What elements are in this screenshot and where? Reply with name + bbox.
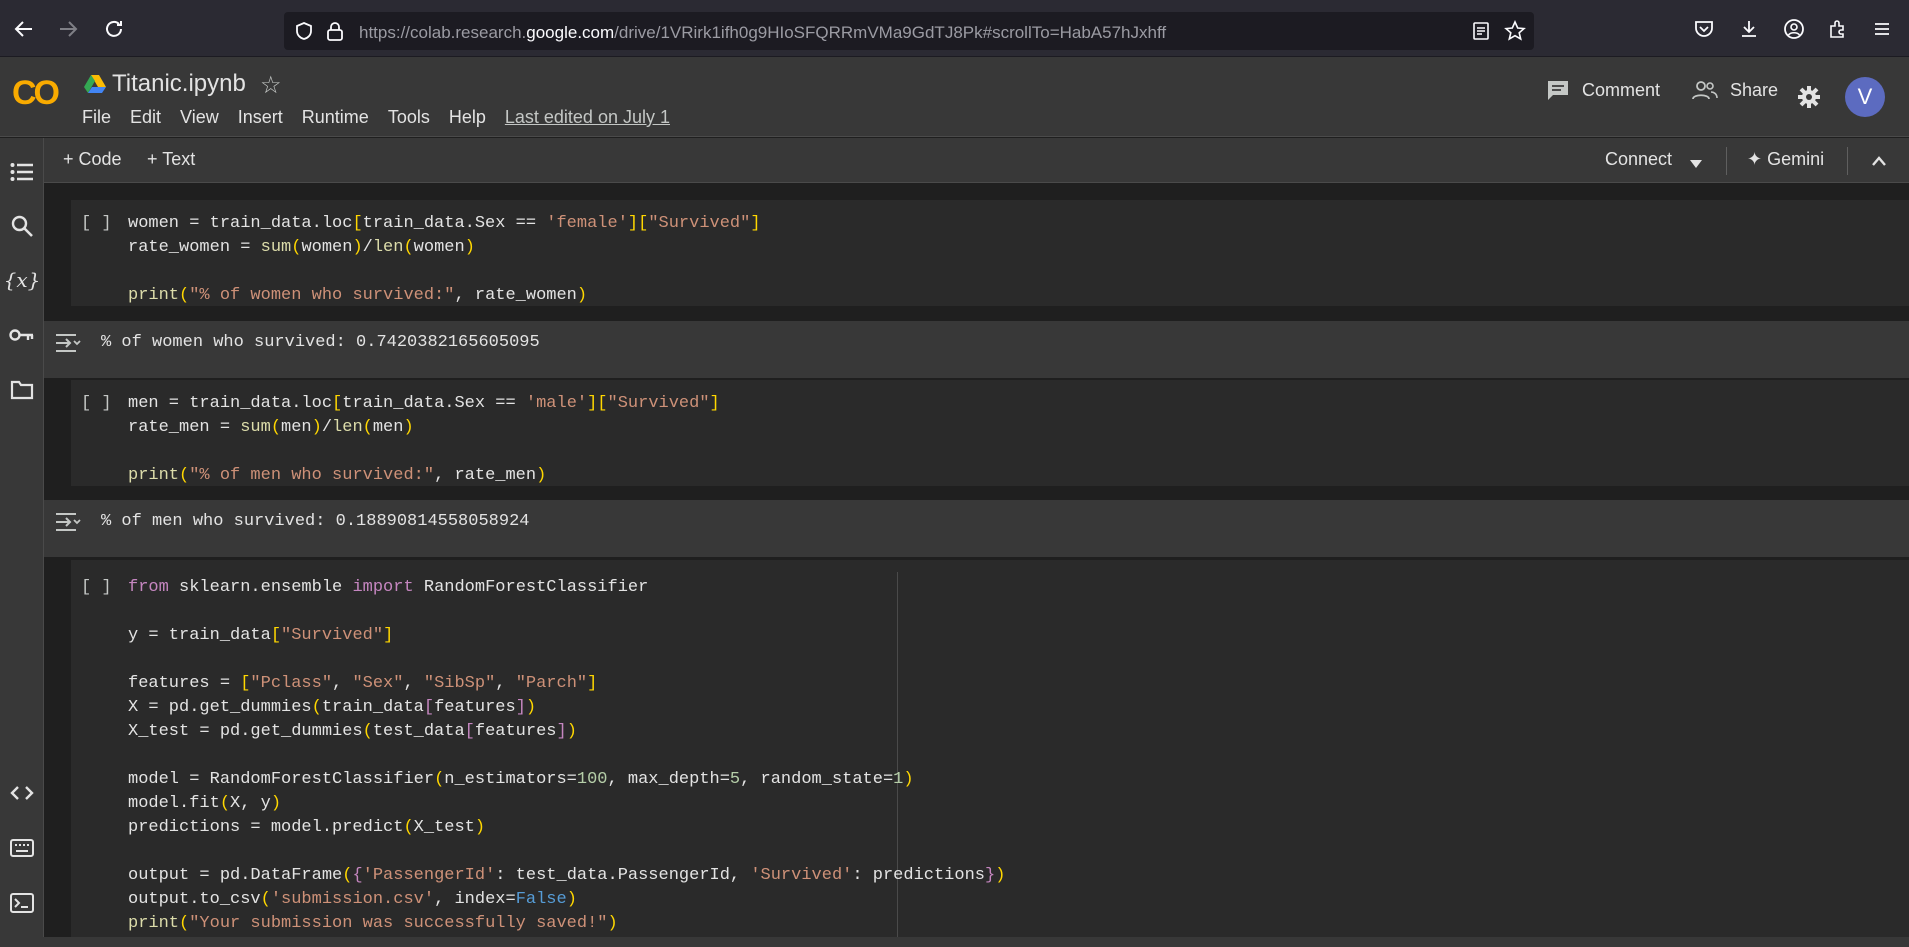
- code-line[interactable]: model.fit(X, y): [128, 794, 281, 813]
- output-toggle-icon[interactable]: [54, 510, 82, 534]
- account-icon[interactable]: [1782, 17, 1806, 41]
- notebook-toolbar: + Code + Text Connect ✦ Gemini: [44, 138, 1909, 183]
- lock-icon[interactable]: [326, 21, 344, 46]
- connect-button[interactable]: Connect: [1605, 149, 1672, 170]
- add-code-button[interactable]: + Code: [63, 149, 122, 170]
- user-avatar[interactable]: V: [1845, 77, 1885, 117]
- colab-header: CO Titanic.ipynb ☆ File Edit View Insert…: [0, 57, 1909, 137]
- output-text: % of women who survived: 0.7420382165605…: [101, 333, 540, 352]
- run-cell-button[interactable]: [ ]: [81, 394, 112, 413]
- code-line[interactable]: print("Your submission was successfully …: [128, 914, 618, 933]
- menu-view[interactable]: View: [180, 107, 219, 128]
- comment-label: Comment: [1582, 79, 1661, 100]
- toolbar-divider: [1847, 147, 1848, 175]
- code-cell[interactable]: [ ] from sklearn.ensemble import RandomF…: [71, 560, 1909, 937]
- address-bar[interactable]: https://colab.research.google.com/drive/…: [284, 12, 1534, 50]
- code-line[interactable]: rate_men = sum(men)/len(men): [128, 418, 414, 437]
- menu-tools[interactable]: Tools: [388, 107, 430, 128]
- code-line[interactable]: model = RandomForestClassifier(n_estimat…: [128, 770, 914, 789]
- toolbar-divider: [1726, 147, 1727, 175]
- comment-button[interactable]: Comment: [1546, 79, 1660, 101]
- shield-icon[interactable]: [294, 21, 314, 46]
- run-cell-button[interactable]: [ ]: [81, 578, 112, 597]
- command-palette-icon[interactable]: [8, 834, 36, 862]
- status-bar: [0, 937, 1909, 947]
- code-line[interactable]: y = train_data["Survived"]: [128, 626, 393, 645]
- back-icon[interactable]: [12, 17, 36, 41]
- chevron-down-icon[interactable]: [1689, 156, 1703, 174]
- code-line[interactable]: women = train_data.loc[train_data.Sex ==…: [128, 214, 761, 233]
- code-line[interactable]: X = pd.get_dummies(train_data[features]): [128, 698, 536, 717]
- code-line[interactable]: rate_women = sum(women)/len(women): [128, 238, 475, 257]
- code-line[interactable]: features = ["Pclass", "Sex", "SibSp", "P…: [128, 674, 597, 693]
- code-snippets-icon[interactable]: [8, 779, 36, 807]
- cell-output: % of women who survived: 0.7420382165605…: [44, 321, 1909, 378]
- forward-icon[interactable]: [56, 17, 80, 41]
- comment-icon: [1548, 81, 1568, 100]
- bookmark-star-icon[interactable]: [1504, 20, 1526, 47]
- search-icon[interactable]: [8, 212, 36, 240]
- gemini-button[interactable]: ✦ Gemini: [1747, 149, 1824, 170]
- code-cell[interactable]: [ ] men = train_data.loc[train_data.Sex …: [71, 380, 1909, 486]
- share-button[interactable]: Share: [1692, 79, 1778, 101]
- menu-runtime[interactable]: Runtime: [302, 107, 369, 128]
- table-of-contents-icon[interactable]: [8, 158, 36, 186]
- code-line[interactable]: output = pd.DataFrame({'PassengerId': te…: [128, 866, 1005, 885]
- url-domain: google.com: [526, 23, 615, 42]
- cell-output: % of men who survived: 0.188908145580589…: [44, 500, 1909, 557]
- code-line[interactable]: X_test = pd.get_dummies(test_data[featur…: [128, 722, 577, 741]
- code-line[interactable]: predictions = model.predict(X_test): [128, 818, 485, 837]
- url-prefix: https://colab.research.: [359, 23, 527, 42]
- url-suffix: /drive/1VRirk1ifh0g9HIoSFQRRmVMa9GdTJ8Pk…: [614, 23, 1167, 42]
- last-edited-link[interactable]: Last edited on July 1: [505, 107, 670, 128]
- settings-gear-icon[interactable]: [1797, 85, 1821, 114]
- variables-icon[interactable]: {x}: [4, 266, 41, 294]
- menu-file[interactable]: File: [82, 107, 111, 128]
- colab-logo[interactable]: CO: [12, 74, 60, 113]
- code-line[interactable]: men = train_data.loc[train_data.Sex == '…: [128, 394, 720, 413]
- browser-toolbar: https://colab.research.google.com/drive/…: [0, 0, 1909, 57]
- code-line[interactable]: from sklearn.ensemble import RandomFores…: [128, 578, 648, 597]
- reload-icon[interactable]: [102, 17, 126, 41]
- files-folder-icon[interactable]: [8, 376, 36, 404]
- terminal-icon[interactable]: [8, 889, 36, 917]
- extensions-icon[interactable]: [1826, 17, 1850, 41]
- menu-help[interactable]: Help: [449, 107, 486, 128]
- google-drive-icon: [84, 74, 106, 99]
- share-label: Share: [1730, 79, 1779, 100]
- add-text-button[interactable]: + Text: [147, 149, 195, 170]
- menu-edit[interactable]: Edit: [130, 107, 161, 128]
- code-line[interactable]: print("% of men who survived:", rate_men…: [128, 466, 546, 485]
- secrets-key-icon[interactable]: [8, 321, 36, 349]
- code-cell[interactable]: [ ] women = train_data.loc[train_data.Se…: [71, 200, 1909, 306]
- pocket-icon[interactable]: [1692, 17, 1716, 41]
- run-cell-button[interactable]: [ ]: [81, 214, 112, 233]
- notebook-title[interactable]: Titanic.ipynb: [112, 70, 246, 98]
- output-text: % of men who survived: 0.188908145580589…: [101, 512, 530, 531]
- share-people-icon: [1692, 81, 1718, 100]
- code-line[interactable]: print("% of women who survived:", rate_w…: [128, 286, 587, 305]
- chevron-up-icon[interactable]: [1871, 154, 1887, 172]
- left-sidebar: {x}: [0, 138, 44, 947]
- reader-view-icon[interactable]: [1472, 21, 1490, 46]
- notebook-body: [ ] women = train_data.loc[train_data.Se…: [44, 183, 1909, 937]
- code-line[interactable]: output.to_csv('submission.csv', index=Fa…: [128, 890, 577, 909]
- star-icon[interactable]: ☆: [260, 71, 282, 100]
- menu-insert[interactable]: Insert: [238, 107, 283, 128]
- output-toggle-icon[interactable]: [54, 331, 82, 355]
- url-text[interactable]: https://colab.research.google.com/drive/…: [359, 23, 1166, 43]
- menu-bar: File Edit View Insert Runtime Tools Help…: [82, 107, 689, 128]
- downloads-icon[interactable]: [1737, 17, 1761, 41]
- hamburger-menu-icon[interactable]: [1870, 17, 1894, 41]
